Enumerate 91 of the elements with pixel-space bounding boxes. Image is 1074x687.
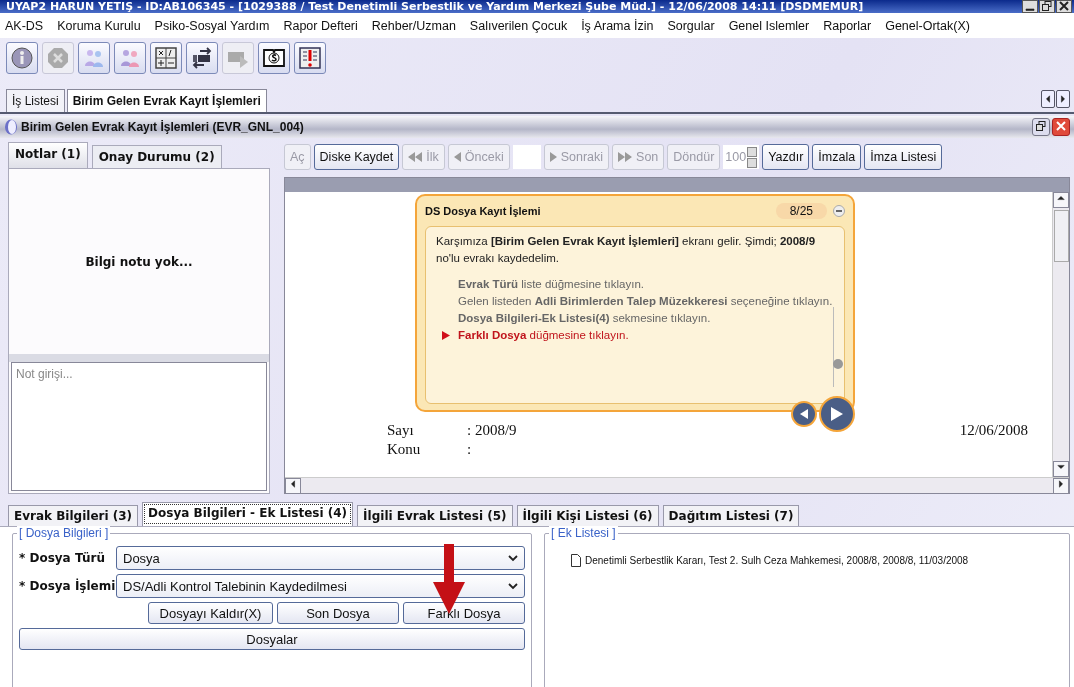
scroll-down-icon[interactable]	[1057, 463, 1065, 471]
restore-icon[interactable]	[1042, 1, 1052, 11]
empty-notes-message: Bilgi notu yok...	[85, 254, 193, 269]
guide-intro: Karşımıza [Birim Gelen Evrak Kayıt İşlemleri] ekranı gelir. Şimdi; 2008/9 no'lu evrakı kaydedelim.	[436, 234, 817, 267]
menu-item[interactable]: Salıverilen Çocuk	[469, 18, 568, 33]
chevron-down-icon	[508, 582, 518, 590]
notes-tab[interactable]: Onay Durumu (2)	[91, 145, 222, 168]
menu-item[interactable]: AK-DS	[5, 18, 44, 33]
menu-item[interactable]: Genel-Ortak(X)	[885, 18, 970, 33]
double-left-arrow-icon	[408, 152, 423, 162]
dropdown-field[interactable]: DS/Adli Kontrol Talebinin Kaydedilmesi	[116, 574, 525, 598]
collapse-button[interactable]	[833, 205, 845, 217]
detail-tab[interactable]: İlgili Evrak Listesi (5)	[357, 505, 513, 526]
step-counter: 8/25	[775, 203, 827, 219]
files-button[interactable]: Dosyalar	[19, 628, 525, 650]
previous-step-button[interactable]	[791, 401, 817, 427]
restore-icon[interactable]	[1036, 121, 1046, 131]
notes-tab[interactable]: Notlar (1)	[8, 142, 88, 168]
field-label: * Dosya Türü	[19, 551, 106, 565]
document-field-value: : 2008/9	[467, 422, 518, 439]
field-label: * Dosya İşlemi	[19, 579, 113, 593]
current-step-icon	[442, 331, 450, 341]
detail-tab[interactable]: Evrak Bilgileri (3)	[8, 505, 139, 526]
detail-tab[interactable]: İlgili Kişi Listesi (6)	[516, 505, 659, 526]
document-field-label: Sayı	[387, 422, 415, 439]
document-field-value: :	[467, 441, 473, 458]
work-tab[interactable]: İş Listesi	[6, 89, 65, 112]
scroll-left-icon[interactable]	[289, 480, 297, 488]
menu-item[interactable]: Raporlar	[823, 18, 872, 33]
left-arrow-icon	[453, 152, 461, 162]
scrollbar-thumb[interactable]	[1054, 210, 1069, 262]
window-title: UYAP2 HARUN YETIŞ - ID:AB106345 - [1029388 / Test Denetimli Serbestlik ve Yardım Merkezi Şube Müd.] - 12/06/2008 14:11 [DSDMEMUR]	[6, 0, 864, 13]
close-icon[interactable]	[1059, 1, 1069, 11]
toolbar-button[interactable]: Yazdır	[762, 144, 810, 170]
tab-scroll-left-button[interactable]	[1041, 90, 1055, 108]
detail-tab[interactable]: Dosya Bilgileri - Ek Listesi (4)	[142, 502, 354, 526]
menu-item[interactable]: Rapor Defteri	[283, 18, 358, 33]
restore-button[interactable]	[1032, 118, 1050, 136]
detail-tab[interactable]: Dağıtım Listesi (7)	[662, 505, 800, 526]
toolbar-button[interactable]	[186, 42, 218, 74]
scrollbar-thumb[interactable]	[833, 359, 843, 369]
exchange-icon	[190, 46, 214, 70]
document-field-label: Konu	[387, 441, 422, 458]
dropdown-field[interactable]: Dosya	[116, 546, 525, 570]
scroll-right-icon[interactable]	[1059, 95, 1067, 103]
info-icon	[10, 46, 34, 70]
menu-item[interactable]: Sorgular	[667, 18, 715, 33]
group-legend: [ Dosya Bilgileri ]	[17, 526, 111, 540]
app-icon	[4, 119, 18, 135]
note-input-field[interactable]: Not girişi...	[11, 362, 267, 491]
toolbar-button[interactable]: İmza Listesi	[864, 144, 943, 170]
right-arrow-icon	[549, 152, 557, 162]
inner-window-title: Birim Gelen Evrak Kayıt İşlemleri (EVR_GNL_004)	[21, 120, 304, 134]
tab-scroll-right-button[interactable]	[1056, 90, 1070, 108]
guide-step: Farklı Dosya düğmesine tıklayın.	[458, 327, 834, 345]
calculator-icon	[154, 46, 178, 70]
scroll-right-icon[interactable]	[1057, 480, 1065, 488]
scroll-up-icon[interactable]	[1057, 194, 1065, 202]
file-action-button[interactable]: Son Dosya	[277, 602, 399, 624]
menu-item[interactable]: İş Arama İzin	[581, 18, 654, 33]
toolbar-button[interactable]	[150, 42, 182, 74]
attachment-item[interactable]: Denetimli Serbestlik Kararı, Test 2. Sulh Ceza Mahkemesi, 2008/8, 2008/8, 11/03/2008	[585, 555, 969, 566]
play-icon	[831, 407, 843, 421]
scroll-left-icon[interactable]	[1044, 95, 1052, 103]
toolbar-button[interactable]	[294, 42, 326, 74]
next-step-button[interactable]	[819, 396, 855, 432]
toolbar-button[interactable]: İmzala	[812, 144, 862, 170]
document-icon	[571, 554, 581, 567]
stop-icon	[46, 46, 70, 70]
blank-toolbar-area	[512, 145, 541, 169]
chevron-down-icon	[508, 554, 518, 562]
menu-item[interactable]: Genel Islemler	[728, 18, 810, 33]
file-action-button[interactable]: Farklı Dosya	[403, 602, 525, 624]
work-tab[interactable]: Birim Gelen Evrak Kayıt İşlemleri	[66, 89, 267, 112]
play-left-icon	[800, 409, 808, 419]
menu-item[interactable]: Koruma Kurulu	[57, 18, 141, 33]
toolbar-button[interactable]: Diske Kaydet	[313, 144, 400, 170]
guide-step: Gelen listeden Adli Birimlerden Talep Müzekkeresi seçeneğine tıklayın.	[458, 292, 834, 310]
alert-icon	[298, 46, 322, 70]
menu-item[interactable]: Psiko-Sosyal Yardım	[154, 18, 270, 33]
close-button[interactable]	[1052, 118, 1070, 136]
menu-item[interactable]: Rehber/Uzman	[371, 18, 456, 33]
group-legend: [ Ek Listesi ]	[549, 526, 618, 540]
double-right-arrow-icon	[618, 152, 633, 162]
toolbar-button[interactable]	[258, 42, 290, 74]
guide-step: Evrak Türü liste düğmesine tıklayın.	[458, 275, 834, 293]
guide-step: Dosya Bilgileri-Ek Listesi(4) sekmesine tıklayın.	[458, 310, 834, 328]
guide-title: DS Dosya Kayıt İşlemi	[425, 205, 541, 217]
file-action-button[interactable]: Dosyayı Kaldır(X)	[148, 602, 273, 624]
minus-icon	[836, 210, 842, 212]
document-date: 12/06/2008	[959, 422, 1028, 439]
